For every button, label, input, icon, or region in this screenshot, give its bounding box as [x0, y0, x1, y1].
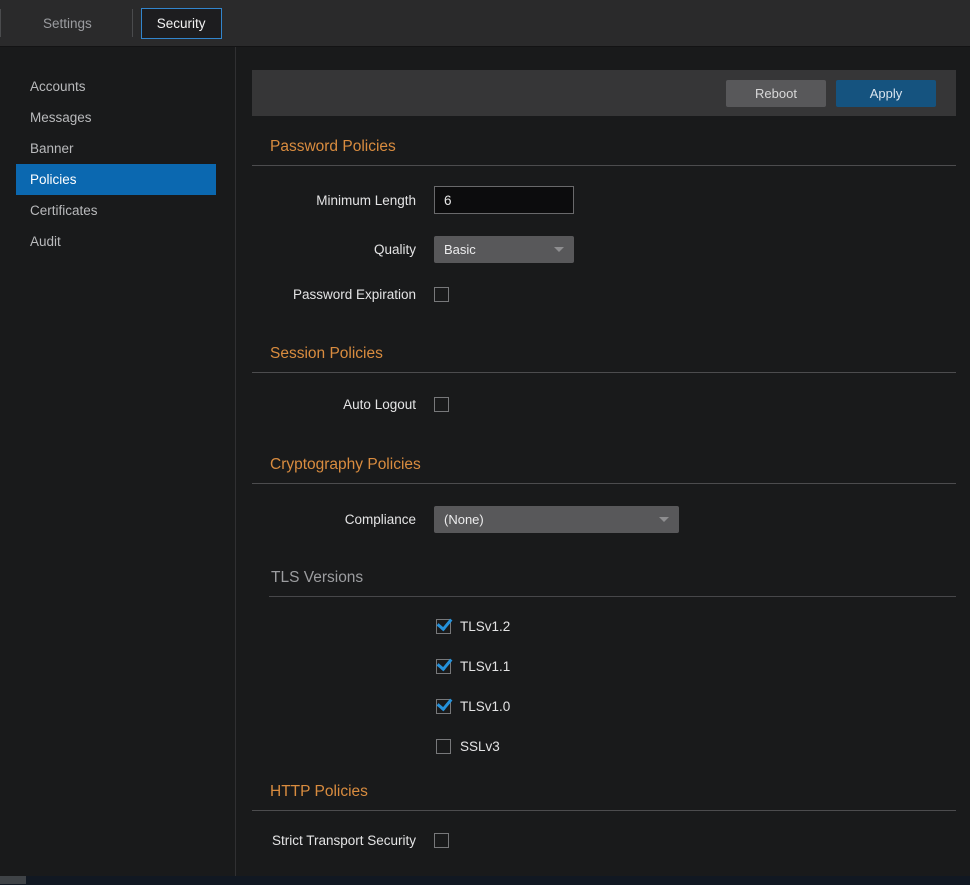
strict-transport-security-row: Strict Transport Security — [252, 833, 956, 848]
main-content: Reboot Apply Password Policies Minimum L… — [236, 47, 970, 876]
minimum-length-label: Minimum Length — [252, 193, 416, 208]
strict-transport-security-checkbox[interactable] — [434, 833, 449, 848]
tab-bar-divider — [132, 9, 133, 37]
password-expiration-row: Password Expiration — [252, 287, 956, 302]
sidebar-item-accounts[interactable]: Accounts — [0, 71, 235, 102]
subsection-divider — [269, 596, 956, 597]
tls-option-row: TLSv1.2 — [436, 619, 956, 634]
compliance-dropdown[interactable]: (None) — [434, 506, 679, 533]
section-divider — [252, 483, 956, 484]
quality-dropdown[interactable]: Basic — [434, 236, 574, 263]
bottom-scrollbar-thumb[interactable] — [0, 876, 26, 884]
sidebar-item-policies[interactable]: Policies — [16, 164, 216, 195]
sidebar-item-certificates[interactable]: Certificates — [0, 195, 235, 226]
chevron-down-icon — [554, 247, 564, 252]
tls-option-row: TLSv1.0 — [436, 699, 956, 714]
tls-option-row: TLSv1.1 — [436, 659, 956, 674]
tlsv1-0-label: TLSv1.0 — [460, 699, 510, 714]
quality-label: Quality — [252, 242, 416, 257]
session-policies-title: Session Policies — [252, 345, 956, 363]
section-divider — [252, 372, 956, 373]
cryptography-policies-title: Cryptography Policies — [252, 456, 956, 474]
sidebar-item-audit[interactable]: Audit — [0, 226, 235, 257]
tab-security[interactable]: Security — [141, 8, 222, 39]
http-policies-title: HTTP Policies — [252, 783, 956, 801]
sidebar: Accounts Messages Banner Policies Certif… — [0, 47, 236, 876]
apply-button[interactable]: Apply — [836, 80, 936, 107]
compliance-label: Compliance — [252, 512, 416, 527]
compliance-row: Compliance (None) — [252, 506, 956, 533]
bottom-scrollbar-track — [0, 876, 970, 885]
minimum-length-row: Minimum Length — [252, 186, 956, 214]
tls-option-row: SSLv3 — [436, 739, 956, 754]
sslv3-label: SSLv3 — [460, 739, 500, 754]
auto-logout-checkbox[interactable] — [434, 397, 449, 412]
tab-settings[interactable]: Settings — [1, 16, 132, 31]
auto-logout-label: Auto Logout — [252, 397, 416, 412]
sidebar-item-messages[interactable]: Messages — [0, 102, 235, 133]
section-divider — [252, 165, 956, 166]
quality-dropdown-value: Basic — [444, 242, 476, 257]
strict-transport-security-label: Strict Transport Security — [252, 833, 416, 848]
tls-versions-title: TLS Versions — [252, 569, 956, 587]
auto-logout-row: Auto Logout — [252, 397, 956, 412]
tlsv1-2-checkbox[interactable] — [436, 619, 451, 634]
compliance-dropdown-value: (None) — [444, 512, 484, 527]
top-tab-bar: Settings Security — [0, 0, 970, 47]
quality-row: Quality Basic — [252, 236, 956, 263]
sslv3-checkbox[interactable] — [436, 739, 451, 754]
password-expiration-checkbox[interactable] — [434, 287, 449, 302]
action-bar: Reboot Apply — [252, 70, 956, 116]
minimum-length-input[interactable] — [434, 186, 574, 214]
password-policies-title: Password Policies — [252, 138, 956, 156]
section-divider — [252, 810, 956, 811]
tlsv1-1-label: TLSv1.1 — [460, 659, 510, 674]
reboot-button[interactable]: Reboot — [726, 80, 826, 107]
tlsv1-2-label: TLSv1.2 — [460, 619, 510, 634]
tlsv1-1-checkbox[interactable] — [436, 659, 451, 674]
sidebar-item-banner[interactable]: Banner — [0, 133, 235, 164]
chevron-down-icon — [659, 517, 669, 522]
tlsv1-0-checkbox[interactable] — [436, 699, 451, 714]
password-expiration-label: Password Expiration — [252, 287, 416, 302]
